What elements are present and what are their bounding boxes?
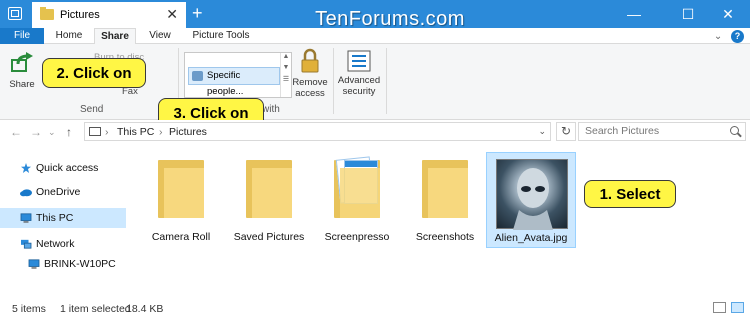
back-arrow-icon[interactable]: ← <box>10 125 22 139</box>
navigation-pane: Quick access OneDrive This PC Network BR… <box>0 144 128 298</box>
nav-item-label: Network <box>36 238 75 250</box>
nav-item-this-pc[interactable]: This PC <box>0 208 126 228</box>
advanced-security-label: Advanced security <box>337 75 381 97</box>
this-pc-icon <box>89 127 101 136</box>
folder-icon <box>334 156 380 218</box>
nav-item-network[interactable]: Network <box>0 234 126 254</box>
nav-item-label: BRINK-W10PC <box>44 258 116 270</box>
gallery-scroll[interactable]: ▲ ▼ ☰ <box>280 53 291 97</box>
nav-item-label: This PC <box>36 212 74 224</box>
folder-icon <box>158 160 204 218</box>
search-placeholder: Search Pictures <box>585 125 660 137</box>
security-settings-icon <box>347 50 371 72</box>
callout-step-3-text: 3. Click on <box>173 104 249 122</box>
file-name: Saved Pictures <box>233 231 305 243</box>
share-specific-people-label: Specific people... <box>207 70 244 97</box>
callout-step-2: 2. Click on <box>42 58 146 88</box>
ribbon-tabs: File Home Share View Picture Tools ⌄ ? <box>0 28 750 45</box>
breadcrumb-pictures[interactable]: Pictures <box>169 126 207 138</box>
close-button[interactable]: ✕ <box>706 0 750 28</box>
large-icons-view-icon[interactable] <box>731 302 744 313</box>
title-bar: Pictures ✕ + TenForums.com — ☐ ✕ <box>0 0 750 30</box>
nav-item-brink-w10pc[interactable]: BRINK-W10PC <box>0 254 126 274</box>
folder-icon <box>246 160 292 218</box>
image-thumbnail <box>496 159 568 230</box>
tab-share[interactable]: Share <box>94 28 136 45</box>
ribbon-collapse-icon[interactable]: ⌄ <box>714 31 722 42</box>
maximize-button[interactable]: ☐ <box>666 0 710 28</box>
selection-count: 1 item selected <box>60 303 131 315</box>
lock-icon <box>301 48 319 73</box>
callout-step-1-text: 1. Select <box>599 185 661 203</box>
help-icon[interactable]: ? <box>731 30 744 43</box>
star-icon <box>21 163 31 173</box>
forward-arrow-icon[interactable]: → <box>30 125 42 139</box>
file-item-camera-roll[interactable]: Camera Roll <box>136 152 226 248</box>
address-row: ← → ⌄ ↑ › This PC › Pictures ⌄ ↻ Search … <box>0 120 750 144</box>
callout-step-1: 1. Select <box>584 180 676 208</box>
folder-icon <box>422 160 468 218</box>
item-count: 5 items <box>12 303 46 315</box>
details-view-icon[interactable] <box>713 302 726 313</box>
breadcrumb-separator-icon[interactable]: › <box>105 126 109 138</box>
nav-item-onedrive[interactable]: OneDrive <box>0 182 126 202</box>
remove-access-button[interactable]: Remove access <box>292 48 328 99</box>
file-item-saved-pictures[interactable]: Saved Pictures <box>224 152 314 248</box>
callout-step-2-text: 2. Click on <box>56 64 132 82</box>
share-specific-people-item[interactable]: Specific people... <box>188 67 280 97</box>
file-item-alien-avata[interactable]: Alien_Avata.jpg <box>486 152 576 248</box>
breadcrumb-this-pc[interactable]: This PC <box>117 126 154 138</box>
computer-icon <box>28 259 40 269</box>
share-icon <box>11 52 33 72</box>
group-divider <box>386 48 387 114</box>
refresh-button[interactable]: ↻ <box>556 122 576 141</box>
address-dropdown-icon[interactable]: ⌄ <box>538 126 546 137</box>
file-list: Camera Roll Saved Pictures Screenpresso … <box>128 144 750 298</box>
tab-file[interactable]: File <box>0 28 44 44</box>
nav-item-quick-access[interactable]: Quick access <box>0 158 126 178</box>
gallery-expand-icon[interactable]: ☰ <box>281 75 291 83</box>
share-label: Share <box>9 79 35 90</box>
search-input[interactable]: Search Pictures <box>578 122 746 141</box>
tab-picture-tools[interactable]: Picture Tools <box>186 28 256 44</box>
cloud-icon <box>20 189 32 197</box>
network-icon <box>21 239 32 249</box>
tab-home[interactable]: Home <box>50 28 88 44</box>
remove-access-label: Remove access <box>292 77 328 99</box>
status-bar: 5 items 1 item selected 18.4 KB <box>0 298 750 318</box>
share-with-gallery[interactable]: Specific people... ▲ ▼ ☰ <box>184 52 292 98</box>
search-icon <box>730 126 739 135</box>
group-label-send: Send <box>80 104 104 115</box>
address-bar[interactable]: › This PC › Pictures ⌄ <box>84 122 551 141</box>
people-icon <box>192 71 203 81</box>
computer-icon <box>20 213 32 223</box>
up-arrow-icon[interactable]: ↑ <box>66 125 72 139</box>
ribbon-right-controls: ⌄ ? <box>714 30 744 43</box>
file-name: Camera Roll <box>151 231 211 243</box>
nav-item-label: OneDrive <box>36 186 81 198</box>
scroll-down-icon[interactable]: ▼ <box>281 64 291 71</box>
selection-size: 18.4 KB <box>126 303 164 315</box>
file-item-screenshots[interactable]: Screenshots <box>400 152 490 248</box>
file-name: Screenshots <box>415 231 475 243</box>
tab-view[interactable]: View <box>142 28 178 44</box>
recent-locations-icon[interactable]: ⌄ <box>48 127 56 138</box>
nav-item-label: Quick access <box>36 162 99 174</box>
advanced-security-button[interactable]: Advanced security <box>336 50 382 97</box>
file-name: Alien_Avata.jpg <box>494 232 568 244</box>
file-item-screenpresso[interactable]: Screenpresso <box>312 152 402 248</box>
group-label-share-with: with <box>262 104 280 115</box>
minimize-button[interactable]: — <box>612 0 656 28</box>
share-button[interactable]: Share <box>6 52 38 90</box>
file-name: Screenpresso <box>324 231 390 243</box>
breadcrumb-separator-icon[interactable]: › <box>159 126 163 138</box>
scroll-up-icon[interactable]: ▲ <box>281 53 291 60</box>
group-divider <box>333 48 334 114</box>
